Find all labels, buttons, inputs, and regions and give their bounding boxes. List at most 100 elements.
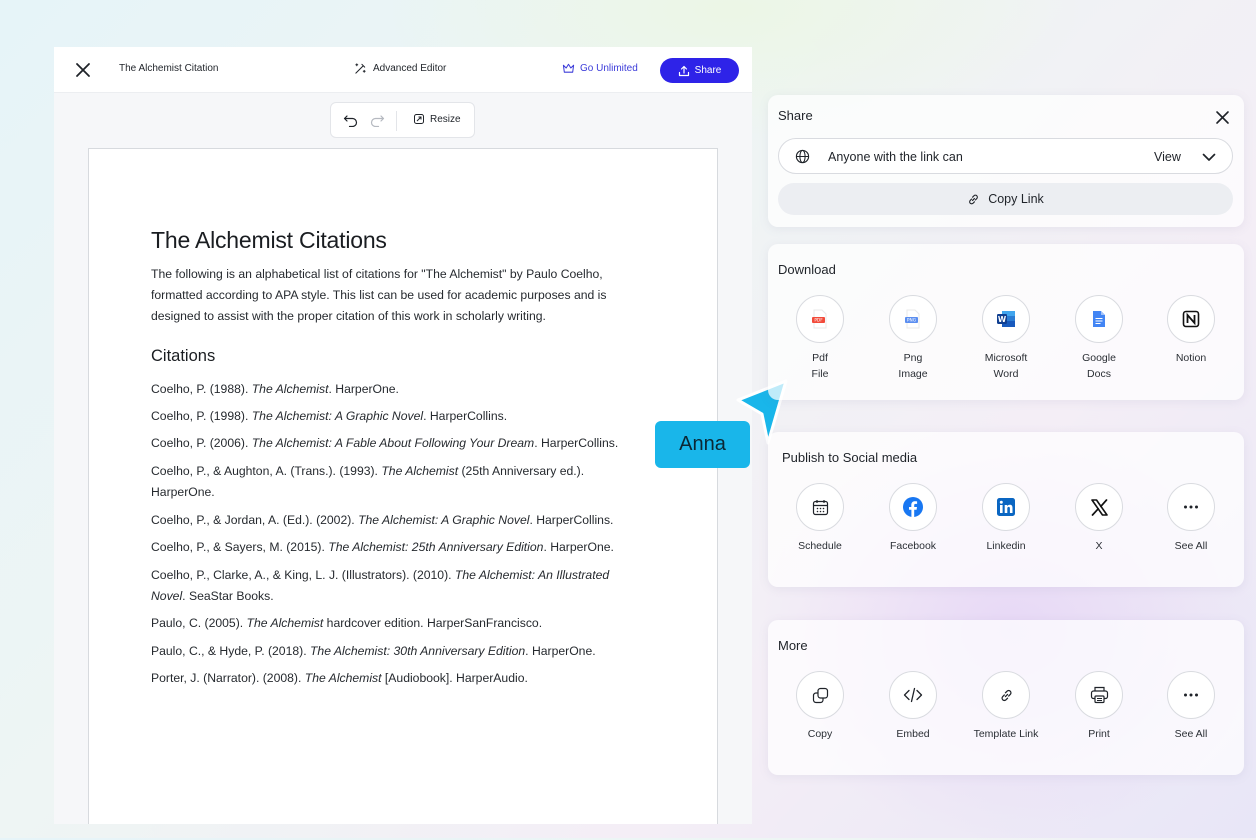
upload-icon xyxy=(678,65,689,76)
linkedin-icon xyxy=(982,483,1030,531)
download-panel: Download PDF Pdf File PNG Png Image W Mi… xyxy=(768,244,1244,400)
download-option-label: Png Image xyxy=(898,352,928,380)
advanced-editor-label: Advanced Editor xyxy=(373,63,447,74)
close-icon[interactable] xyxy=(1214,109,1231,126)
resize-button[interactable]: Resize xyxy=(413,113,461,125)
download-notion-button[interactable]: Notion xyxy=(1146,295,1236,367)
doc-title: The Alchemist Citation xyxy=(119,63,219,74)
citation-entry: Coelho, P., Clarke, A., & King, L. J. (I… xyxy=(151,565,651,607)
resize-icon xyxy=(414,114,424,124)
citation-title: Novel xyxy=(151,589,183,604)
link-icon xyxy=(982,671,1030,719)
download-option-label: Google Docs xyxy=(1082,352,1116,380)
link-access-value: View xyxy=(1154,150,1181,164)
citation-entry: Coelho, P., & Jordan, A. (Ed.). (2002). … xyxy=(151,510,651,531)
toolbar-divider xyxy=(396,111,397,131)
globe-icon xyxy=(795,149,810,164)
copy-button[interactable]: Copy xyxy=(775,671,865,743)
google-docs-icon xyxy=(1075,295,1123,343)
social-option-label: Facebook xyxy=(889,540,937,552)
citation-text: . HarperCollins. xyxy=(423,409,508,423)
citation-text: Coelho, P., & Aughton, A. (Trans.). (199… xyxy=(151,464,382,478)
citation-text: HarperOne. xyxy=(151,485,215,500)
undo-icon[interactable] xyxy=(343,113,359,127)
citation-title: The Alchemist: 25th Anniversary Edition xyxy=(328,540,544,554)
more-option-label: Template Link xyxy=(973,728,1039,740)
citation-entry: Paulo, C., & Hyde, P. (2018). The Alchem… xyxy=(151,641,651,662)
more-icon xyxy=(1167,483,1215,531)
more-panel: More Copy Embed Template Link Print See … xyxy=(768,620,1244,775)
more-option-label: Embed xyxy=(896,728,930,740)
close-icon[interactable] xyxy=(74,61,92,79)
citation-entry: Coelho, P., & Sayers, M. (2015). The Alc… xyxy=(151,537,651,558)
linkedin-button[interactable]: Linkedin xyxy=(961,483,1051,555)
citation-text: Coelho, P. (1998). xyxy=(151,409,252,423)
social-media-panel: Publish to Social media Schedule Faceboo… xyxy=(768,432,1244,587)
citation-title: The Alchemist: A Graphic Novel xyxy=(358,513,530,527)
intro-line: formatted according to APA style. This l… xyxy=(151,288,607,303)
social-see-all-button[interactable]: See All xyxy=(1146,483,1236,555)
citation-entry: Coelho, P. (2006). The Alchemist: A Fabl… xyxy=(151,433,651,454)
embed-button[interactable]: Embed xyxy=(868,671,958,743)
collaborator-name-tag: Anna xyxy=(655,421,750,468)
social-option-label: Schedule xyxy=(798,540,842,552)
advanced-editor-button[interactable]: Advanced Editor xyxy=(354,62,446,75)
link-access-dropdown[interactable]: Anyone with the link can View xyxy=(778,138,1233,174)
document-page[interactable]: The Alchemist Citations The following is… xyxy=(88,148,718,824)
facebook-button[interactable]: Facebook xyxy=(868,483,958,555)
citation-text: Coelho, P., & Sayers, M. (2015). xyxy=(151,540,329,554)
schedule-button[interactable]: Schedule xyxy=(775,483,865,555)
citation-text: Porter, J. (Narrator). (2008). xyxy=(151,671,305,685)
citations-heading: Citations xyxy=(151,347,216,365)
link-icon xyxy=(969,194,979,204)
copy-icon xyxy=(796,671,844,719)
citation-text: Paulo, C., & Hyde, P. (2018). xyxy=(151,644,310,658)
citation-title: The Alchemist: A Fable About Following Y… xyxy=(251,436,535,450)
social-option-label: Linkedin xyxy=(986,540,1026,552)
go-unlimited-label: Go Unlimited xyxy=(580,62,638,74)
citation-title: The Alchemist: 30th Anniversary Edition xyxy=(309,644,526,658)
download-png-button[interactable]: PNG Png Image xyxy=(868,295,958,382)
redo-icon[interactable] xyxy=(369,113,385,127)
download-google-docs-button[interactable]: Google Docs xyxy=(1054,295,1144,382)
download-word-button[interactable]: W Microsoft Word xyxy=(961,295,1051,382)
facebook-icon xyxy=(889,483,937,531)
more-option-label: Print xyxy=(1088,728,1110,740)
citation-title: The Alchemist: An Illustrated xyxy=(454,568,610,582)
calendar-icon xyxy=(796,483,844,531)
share-button-label: Share xyxy=(694,65,722,76)
printer-icon xyxy=(1075,671,1123,719)
document-intro: The following is an alphabetical list of… xyxy=(151,264,651,328)
citation-text: Coelho, P., & Jordan, A. (Ed.). (2002). xyxy=(151,513,359,527)
crown-icon xyxy=(562,63,575,73)
microsoft-word-icon: W xyxy=(982,295,1030,343)
editor-topbar: The Alchemist Citation Advanced Editor G… xyxy=(54,47,752,93)
download-panel-title: Download xyxy=(778,262,836,277)
citation-text: Coelho, P., Clarke, A., & King, L. J. (I… xyxy=(151,568,455,582)
more-icon xyxy=(1167,671,1215,719)
x-icon xyxy=(1075,483,1123,531)
editor-window: The Alchemist Citation Advanced Editor G… xyxy=(54,47,752,824)
citation-entry: Coelho, P., & Aughton, A. (Trans.). (199… xyxy=(151,461,651,503)
print-button[interactable]: Print xyxy=(1054,671,1144,743)
citation-title: The Alchemist xyxy=(246,616,324,630)
notion-icon xyxy=(1167,295,1215,343)
x-button[interactable]: X xyxy=(1054,483,1144,555)
intro-line: designed to assist with the proper citat… xyxy=(151,309,546,324)
citation-text: (25th Anniversary ed.). xyxy=(458,464,585,478)
more-option-label: Copy xyxy=(807,728,833,740)
go-unlimited-button[interactable]: Go Unlimited xyxy=(562,62,638,74)
pdf-file-icon: PDF xyxy=(796,295,844,343)
download-pdf-button[interactable]: PDF Pdf File xyxy=(775,295,865,382)
download-option-label: Pdf File xyxy=(811,352,829,380)
code-icon xyxy=(889,671,937,719)
share-button[interactable]: Share xyxy=(660,58,739,83)
copy-link-button[interactable]: Copy Link xyxy=(778,183,1233,215)
magic-wand-icon xyxy=(355,63,366,74)
copy-link-label: Copy Link xyxy=(988,192,1044,206)
template-link-button[interactable]: Template Link xyxy=(961,671,1051,743)
more-see-all-button[interactable]: See All xyxy=(1146,671,1236,743)
citation-title: The Alchemist: A Graphic Novel xyxy=(251,409,424,423)
citation-text: . HarperOne. xyxy=(328,382,399,396)
citation-text: Coelho, P. (1988). xyxy=(151,382,252,396)
